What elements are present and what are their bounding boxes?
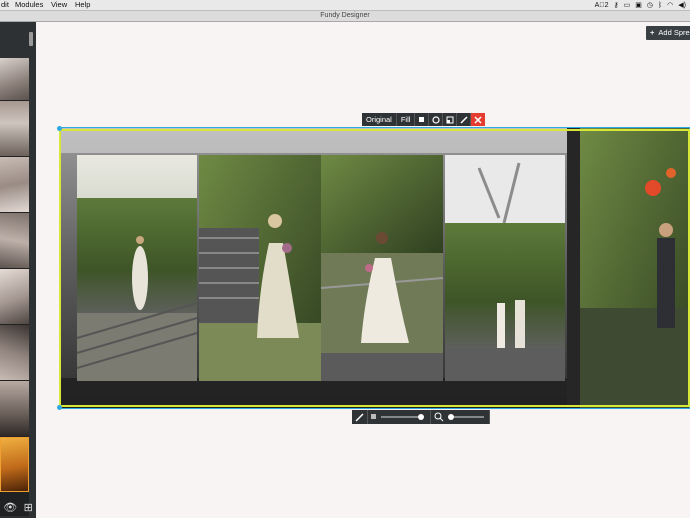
window-title-bar: Fundy Designer [0,11,690,22]
thumbnail[interactable] [0,58,29,101]
close-icon[interactable] [471,113,486,126]
tray-badge-icon[interactable]: A⃞2 [595,2,609,9]
menu-edit[interactable]: dit [1,0,9,10]
thumbnail[interactable] [0,157,29,213]
tray-badge-count: 2 [604,1,609,9]
crop-icon[interactable] [415,113,430,126]
pick-color-icon[interactable] [352,410,368,424]
menu-bar: dit Modules View Help A⃞2 ⚷ ▭ ▣ ◷ ᛒ ◠ ◀) [0,0,690,11]
edit-icon[interactable] [457,113,472,126]
eye-icon[interactable]: 👁 [3,501,17,514]
swap-icon[interactable] [443,113,458,126]
time-machine-icon[interactable]: ◷ [647,1,653,9]
thumbnail[interactable] [0,269,29,325]
system-tray: A⃞2 ⚷ ▭ ▣ ◷ ᛒ ◠ ◀) [595,0,686,10]
wifi-icon[interactable]: ◠ [667,1,673,9]
menu-modules[interactable]: Modules [15,0,43,10]
airplay-icon[interactable]: ▣ [635,1,642,9]
photo-toolbar: Original Fill [362,113,486,126]
fill-button[interactable]: Fill [397,113,416,126]
resize-handle-top-left[interactable] [57,126,62,131]
thumbnail[interactable] [0,381,29,437]
rotate-icon[interactable] [429,113,444,126]
thumbnail[interactable] [0,213,29,269]
sidebar-bottom-tools: 👁 ⊞ [0,498,36,516]
add-spread-button[interactable]: +Add Spread [646,26,690,40]
image-zoom-toolbar [352,410,490,424]
resize-handle-bottom-left[interactable] [57,405,62,410]
thumbnail-strip[interactable] [0,58,29,516]
plus-icon: + [650,28,655,37]
brightness-slider[interactable] [368,410,431,424]
photo-sidebar: 👁 ⊞ [0,22,36,518]
key-icon[interactable]: ⚷ [613,1,618,9]
bluetooth-icon[interactable]: ᛒ [658,2,662,9]
original-button[interactable]: Original [362,113,397,126]
thumbnail[interactable] [0,325,29,381]
sidebar-resize-handle[interactable] [29,32,33,46]
thumbnail-selected[interactable] [0,437,29,492]
menu-help[interactable]: Help [75,0,90,10]
menu-view[interactable]: View [51,0,67,10]
add-photo-icon[interactable]: ⊞ [24,501,33,514]
display-icon[interactable]: ▭ [624,1,631,9]
window-title: Fundy Designer [320,12,370,19]
add-spread-label: Add Spread [658,28,690,37]
spread-frame-border [59,129,690,407]
zoom-slider[interactable] [431,410,490,424]
volume-icon[interactable]: ◀) [678,1,686,9]
thumbnail[interactable] [0,101,29,157]
